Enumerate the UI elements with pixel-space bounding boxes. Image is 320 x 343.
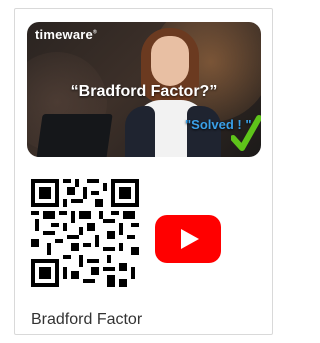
brand-logo: timeware® — [35, 27, 97, 42]
video-caption: Bradford Factor — [31, 311, 143, 328]
checkmark-icon — [231, 115, 261, 151]
media-links-row — [31, 179, 261, 299]
laptop-illustration — [35, 114, 113, 157]
video-thumbnail[interactable]: timeware® “Bradford Factor?” "Solved ! " — [27, 22, 261, 157]
video-headline: “Bradford Factor?” — [70, 83, 218, 100]
brand-name: timeware — [35, 27, 93, 42]
qr-code-icon[interactable] — [31, 179, 139, 287]
person-face — [151, 36, 189, 86]
youtube-play-icon[interactable] — [155, 215, 221, 263]
person-jacket-left — [125, 106, 155, 157]
brand-registered-mark: ® — [92, 29, 97, 36]
video-card: timeware® “Bradford Factor?” "Solved ! " — [14, 8, 273, 335]
